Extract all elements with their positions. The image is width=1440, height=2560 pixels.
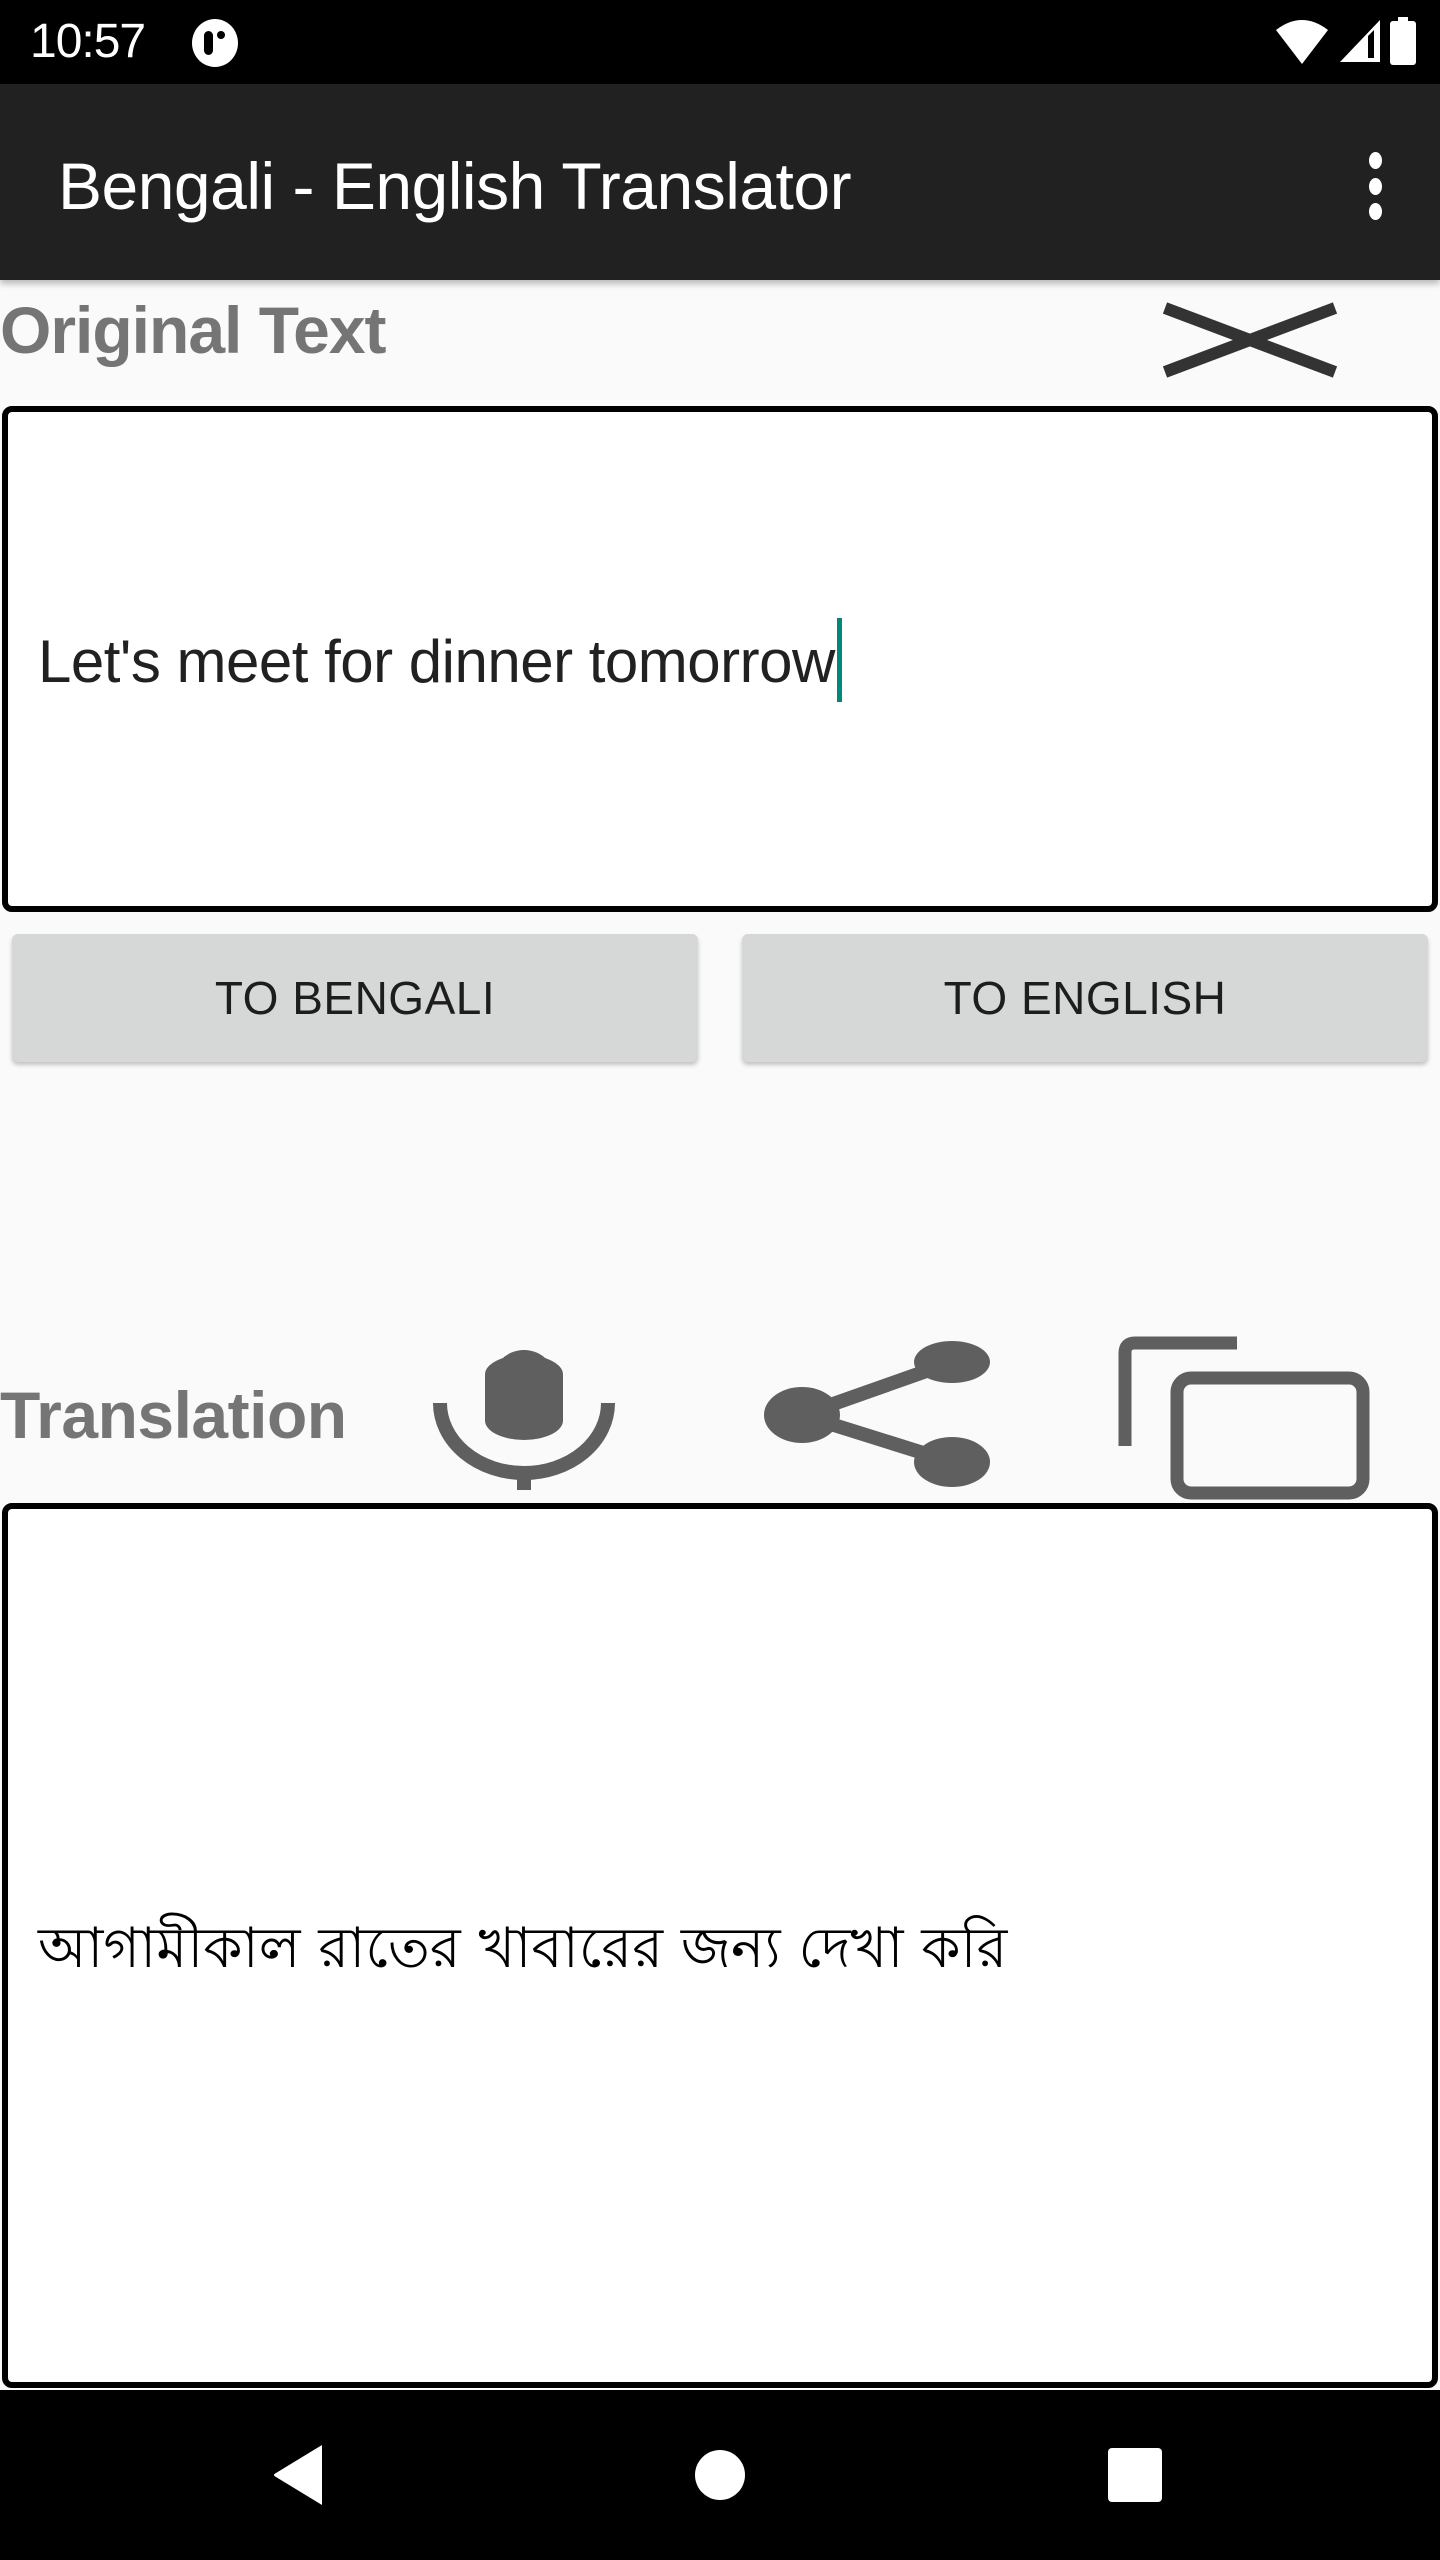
translation-text-value[interactable]: আগামীকাল রাতের খাবারের জন্য দেখা করি bbox=[38, 1909, 1007, 1989]
status-bar: 10:57 bbox=[0, 0, 1440, 84]
mic-icon bbox=[433, 1350, 615, 1492]
input-value-text: Let's meet for dinner tomorrow bbox=[38, 628, 835, 695]
original-text-value[interactable]: Let's meet for dinner tomorrow bbox=[38, 618, 842, 703]
to-bengali-button[interactable]: TO BENGALI bbox=[12, 934, 698, 1062]
close-icon bbox=[1162, 302, 1338, 378]
wifi-icon bbox=[1274, 18, 1330, 69]
back-button[interactable] bbox=[250, 2440, 350, 2510]
more-vert-icon-dot bbox=[1368, 203, 1382, 220]
clear-button[interactable] bbox=[1160, 300, 1340, 380]
text-cursor bbox=[836, 618, 842, 703]
recents-icon bbox=[1108, 2448, 1162, 2502]
copy-icon bbox=[1118, 1336, 1370, 1500]
status-icons bbox=[1274, 16, 1416, 70]
more-vert-icon bbox=[1368, 152, 1382, 169]
share-button[interactable] bbox=[760, 1340, 1020, 1490]
original-text-input[interactable]: Let's meet for dinner tomorrow bbox=[2, 406, 1438, 912]
translation-label: Translation bbox=[0, 1378, 347, 1452]
copy-button[interactable] bbox=[1115, 1335, 1375, 1500]
home-button[interactable] bbox=[670, 2440, 770, 2510]
translation-output[interactable]: আগামীকাল রাতের খাবারের জন্য দেখা করি bbox=[2, 1503, 1438, 2388]
app-bar: Bengali - English Translator bbox=[0, 84, 1440, 280]
cell-signal-icon bbox=[1338, 18, 1382, 69]
more-options-button[interactable] bbox=[1350, 146, 1400, 226]
nav-bar bbox=[0, 2390, 1440, 2560]
back-icon bbox=[274, 2445, 322, 2505]
to-english-button[interactable]: TO ENGLISH bbox=[742, 934, 1428, 1062]
home-icon bbox=[695, 2450, 745, 2500]
mic-button[interactable] bbox=[430, 1340, 630, 1492]
original-text-label: Original Text bbox=[0, 293, 387, 367]
battery-icon bbox=[1390, 16, 1416, 70]
app-notification-icon bbox=[190, 18, 240, 68]
more-vert-icon-dot bbox=[1368, 177, 1382, 195]
recents-button[interactable] bbox=[1085, 2440, 1185, 2510]
app-title: Bengali - English Translator bbox=[58, 149, 852, 223]
share-icon bbox=[764, 1341, 990, 1487]
status-time: 10:57 bbox=[30, 15, 146, 68]
